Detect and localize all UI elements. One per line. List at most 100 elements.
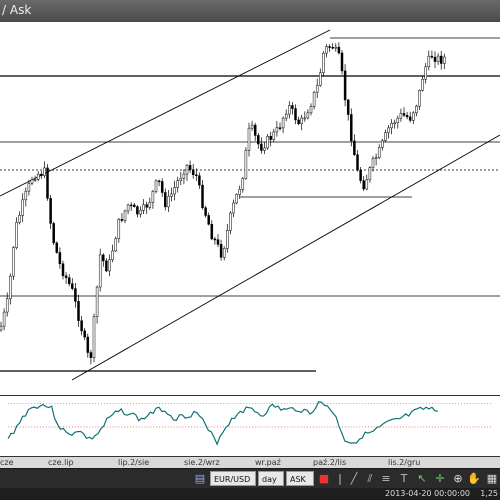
crosshair-icon[interactable]: ✛ <box>432 471 448 486</box>
chart-toolbar: ▤ EUR/USD ▾ day ▾ ASK ▾ ■ | ╱ ⫽ ≡ T ↖ ✛ … <box>0 468 500 499</box>
candle-body <box>306 112 310 119</box>
candle-body <box>247 127 251 151</box>
candle <box>418 89 421 110</box>
candle-body <box>359 169 362 181</box>
cursor-icon[interactable]: ↖ <box>414 471 430 486</box>
candle <box>300 114 303 131</box>
oscillator-panel[interactable] <box>0 395 500 457</box>
candle <box>30 176 34 186</box>
candle <box>399 108 403 122</box>
candle-body <box>98 254 102 288</box>
candle-body <box>167 196 170 208</box>
candle <box>337 42 341 55</box>
candle-body <box>371 158 375 168</box>
candle-body <box>111 250 114 261</box>
candle <box>322 51 325 77</box>
candle-body <box>2 311 6 327</box>
candle-body <box>362 180 365 190</box>
timeframe-select[interactable]: day ▾ <box>258 471 284 499</box>
text-tool-icon[interactable]: T <box>396 471 412 486</box>
time-axis: cze cze.lip lip.2/sie sie.2/wrz wr.paź p… <box>0 457 500 468</box>
candle-body <box>30 179 34 184</box>
candle-body <box>309 106 313 114</box>
candle-body <box>52 223 55 244</box>
candle <box>278 122 282 131</box>
candle-body <box>74 288 77 302</box>
candle <box>145 201 148 214</box>
zoom-icon[interactable]: ⊕ <box>450 471 466 486</box>
line-tool-icon[interactable]: ╱ <box>346 471 362 486</box>
candle <box>80 315 83 336</box>
candle-body <box>387 127 390 133</box>
candle-body <box>300 117 303 125</box>
candle <box>89 349 93 365</box>
candle-body <box>294 108 297 121</box>
candle <box>241 176 245 193</box>
trend-line-upper <box>0 29 331 197</box>
candle <box>325 44 328 58</box>
time-axis-label: cze <box>0 458 14 467</box>
candle <box>250 120 254 131</box>
candle-body <box>384 132 387 141</box>
candle-body <box>64 275 68 278</box>
candle <box>291 102 294 115</box>
candle <box>381 138 384 151</box>
price-type-select[interactable]: ASK ▾ <box>286 471 314 499</box>
candle <box>405 111 409 120</box>
candle-body <box>346 99 350 115</box>
candle <box>374 153 378 166</box>
candle <box>185 163 189 181</box>
candle <box>191 163 195 179</box>
candle-body <box>36 173 40 180</box>
candle <box>83 327 86 341</box>
candle-body <box>117 218 121 239</box>
hand-icon[interactable]: ✋ <box>466 471 482 486</box>
candle-body <box>201 184 204 209</box>
symbol-select[interactable]: EUR/USD ▾ <box>210 471 256 499</box>
candle <box>74 282 77 308</box>
candle-body <box>102 254 105 262</box>
candle-body <box>284 113 288 119</box>
status-bar: 2013-04-20 00:00:00 1,25 <box>0 488 500 500</box>
grid-icon[interactable]: ▦ <box>484 471 500 486</box>
candle <box>346 98 350 121</box>
candle <box>133 202 136 208</box>
candle <box>154 179 158 194</box>
candle <box>52 221 55 246</box>
candle-body <box>83 330 86 338</box>
trend-line-lower <box>71 134 500 381</box>
candle <box>371 156 375 172</box>
candle-body <box>43 167 46 176</box>
candle <box>176 176 179 193</box>
candle <box>328 44 331 52</box>
candle <box>92 313 96 363</box>
candle <box>86 333 90 358</box>
stop-icon[interactable]: ■ <box>316 471 332 486</box>
time-axis-label: wr.paź <box>255 458 281 467</box>
candle-body <box>337 46 341 54</box>
candle <box>408 111 412 123</box>
channel-tool-icon[interactable]: ⫽ <box>362 471 378 486</box>
chart-icon[interactable]: ▤ <box>192 471 208 486</box>
candle <box>272 128 276 143</box>
candle-body <box>222 248 226 258</box>
candle <box>40 171 43 179</box>
candle <box>18 211 21 225</box>
candle-body <box>418 90 421 107</box>
candle <box>284 109 288 122</box>
candle <box>58 247 62 269</box>
price-chart[interactable] <box>0 22 500 395</box>
candle-body <box>114 238 117 252</box>
oscillator-line <box>7 401 438 446</box>
candle <box>108 254 111 277</box>
candle-body <box>0 325 3 331</box>
candle <box>312 90 316 110</box>
candle <box>12 246 15 281</box>
candle-body <box>288 105 291 115</box>
candle <box>257 133 260 149</box>
candle-body <box>269 136 272 140</box>
candle-body <box>67 277 71 284</box>
candle-body <box>257 135 260 145</box>
fibonacci-icon[interactable]: ≡ <box>378 471 394 486</box>
candle <box>157 179 161 187</box>
